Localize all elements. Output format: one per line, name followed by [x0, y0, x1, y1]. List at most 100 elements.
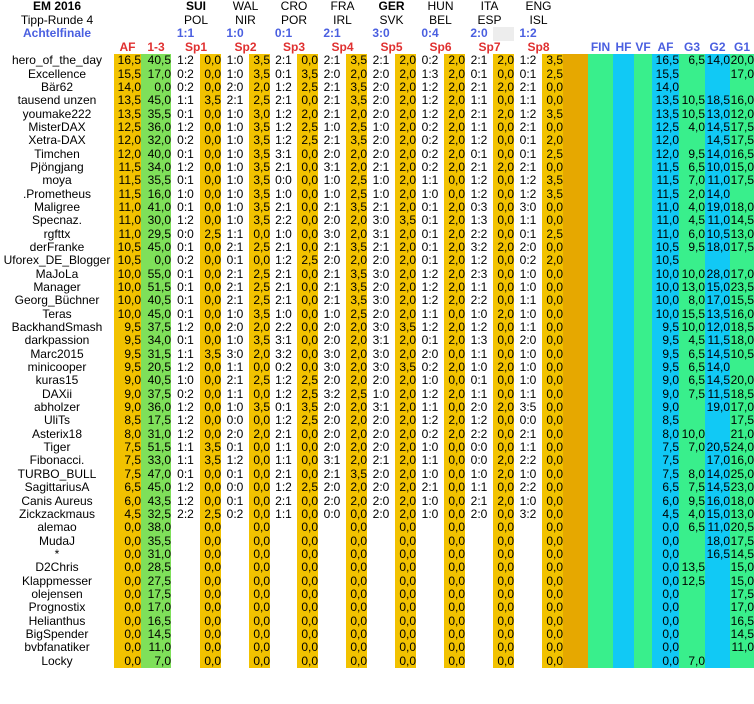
af-points: 0,0: [114, 627, 141, 642]
hf-points: [613, 507, 634, 522]
g1-points: 18,0: [730, 494, 754, 508]
g3-points: 10,0: [679, 267, 705, 281]
tip: 0:1: [226, 440, 244, 455]
tip-points: 0,0: [444, 574, 465, 588]
tip-points: 0,0: [542, 94, 563, 108]
tip-points: 0,0: [297, 307, 318, 321]
tip: 0:1: [421, 227, 439, 241]
match-result: 0:4: [421, 27, 439, 40]
tip-points: 2,0: [444, 254, 465, 268]
total-points: 14,5: [141, 627, 171, 642]
tip: 2:0: [323, 254, 341, 268]
af-points: 0,0: [114, 654, 141, 668]
af-total: 11,0: [652, 227, 679, 241]
af-points: 7,5: [114, 467, 141, 481]
tip: 1:2: [470, 320, 488, 335]
tip-points: 0,0: [249, 601, 270, 615]
tip-points: 0,0: [200, 120, 221, 135]
tip-points: 0,0: [200, 561, 221, 575]
tip: [367, 521, 395, 534]
tip-points: 2,5: [346, 187, 367, 201]
g2-points: 19,0: [705, 400, 730, 415]
tip-points: 2,0: [346, 160, 367, 175]
vf-points: [634, 54, 652, 68]
tip-points: 0,0: [297, 561, 318, 575]
tip-points: 2,0: [493, 160, 514, 175]
tip-points: 2,0: [444, 54, 465, 68]
hf-points: [613, 374, 634, 388]
tip: [367, 601, 395, 614]
tip: 0:0: [323, 507, 341, 521]
total-points: 31,0: [141, 427, 171, 441]
hf-points: [613, 254, 634, 268]
tip: 2:1: [470, 160, 488, 174]
tip-points: 0,0: [493, 481, 514, 495]
tip: 1:0: [421, 187, 439, 201]
fin-points: [588, 614, 613, 628]
tip-points: 2,0: [395, 80, 416, 95]
match-away-team: NIR: [235, 13, 256, 27]
vf-points: [634, 601, 652, 615]
tip: 0:1: [470, 374, 488, 388]
tip-points: 2,5: [297, 374, 318, 388]
tip-points: 3,5: [346, 94, 367, 108]
tip-points: 0,0: [542, 574, 563, 588]
spacer: [563, 427, 588, 441]
tip-points: 0,0: [249, 561, 270, 575]
total-points: 0,0: [141, 80, 171, 95]
tip-points: 3,5: [249, 160, 270, 175]
player-name: Asterix18: [31, 427, 83, 441]
tip-points: 0,0: [346, 547, 367, 562]
g2-points: 11,0: [705, 214, 730, 228]
tip-points: 0,0: [297, 494, 318, 508]
tip: 1:2: [177, 494, 194, 508]
tip-points: 0,0: [493, 267, 514, 281]
g3-points: 10,0: [679, 427, 705, 441]
tip-points: 3,5: [346, 200, 367, 215]
tip: 1:0: [323, 120, 341, 134]
af-points: 13,5: [114, 94, 141, 108]
spacer: [563, 454, 588, 468]
tip-points: 2,0: [346, 320, 367, 335]
tip-points: 0,0: [200, 294, 221, 308]
spacer: [563, 294, 588, 308]
total-points: 31,5: [141, 347, 171, 361]
blank-header: [249, 27, 270, 41]
tip-points: 2,0: [395, 174, 416, 188]
tip: 1:2: [177, 427, 194, 441]
tip-points: 0,0: [200, 267, 221, 281]
total-points: 16,0: [141, 187, 171, 201]
g1-points: 17,5: [730, 120, 754, 135]
hf-points: [613, 307, 634, 321]
tip-points: 2,0: [493, 360, 514, 375]
spacer: [563, 587, 588, 602]
tip-points: 3,5: [249, 120, 270, 135]
blank-header: [730, 14, 754, 28]
tip: 3:2: [470, 240, 488, 254]
fin-points: [588, 547, 613, 562]
g1-points: 17,5: [730, 134, 754, 148]
hf-points: [613, 107, 634, 121]
tip-points: 2,0: [346, 67, 367, 81]
tip-points: 0,0: [297, 280, 318, 295]
player-name: MisterDAX: [28, 120, 86, 134]
spacer: [563, 400, 588, 415]
blank-header: [705, 0, 730, 14]
g1-points: 23,5: [730, 280, 754, 295]
fin-points: [588, 427, 613, 441]
tip-points: 0,0: [493, 601, 514, 615]
af-total: 4,5: [652, 507, 679, 522]
hf-points: [613, 641, 634, 655]
match-away-team: ISL: [529, 13, 548, 27]
tip: 1:2: [421, 294, 439, 308]
tip: 1:3: [470, 214, 488, 228]
tip: 3:1: [372, 227, 390, 241]
tip: [465, 561, 493, 574]
tip: [318, 548, 346, 561]
tip-points: 0,0: [200, 387, 221, 401]
tip-points: 0,0: [249, 387, 270, 401]
tip: 1:0: [470, 307, 488, 321]
tip-points: 0,0: [542, 374, 563, 388]
tip: 1:0: [519, 494, 537, 508]
tip: 2:2: [519, 481, 537, 495]
